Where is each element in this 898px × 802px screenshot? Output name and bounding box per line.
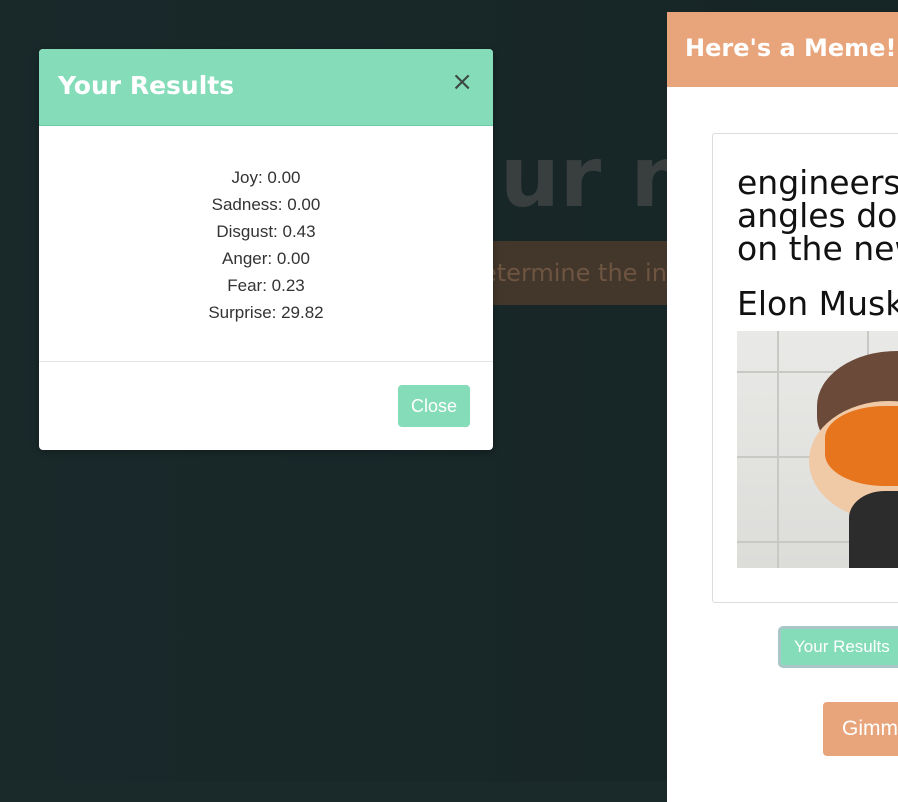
close-icon[interactable]: × bbox=[451, 69, 473, 95]
emotion-joy: Joy: 0.00 bbox=[231, 168, 301, 187]
close-button[interactable]: Close bbox=[398, 385, 470, 427]
meme-caption-line-3: on the new bbox=[737, 229, 898, 268]
meme-modal-title: Here's a Meme! bbox=[685, 34, 897, 62]
gimme-meme-button[interactable]: Gimm bbox=[823, 702, 898, 756]
emotion-fear: Fear: 0.23 bbox=[227, 276, 305, 295]
results-modal-footer: Close bbox=[39, 362, 493, 450]
your-results-button[interactable]: Your Results bbox=[778, 626, 898, 668]
results-modal: Your Results × Joy: 0.00 Sadness: 0.00 D… bbox=[39, 49, 493, 450]
meme-figure-body bbox=[849, 491, 898, 568]
emotion-sadness: Sadness: 0.00 bbox=[211, 195, 321, 214]
emotion-surprise: Surprise: 29.82 bbox=[208, 303, 324, 322]
emotion-anger: Anger: 0.00 bbox=[222, 249, 310, 268]
meme-modal-header: Here's a Meme! bbox=[667, 12, 898, 87]
emotion-disgust: Disgust: 0.43 bbox=[216, 222, 316, 241]
meme-card: engineers: angles do y on the new Elon M… bbox=[712, 133, 898, 603]
results-modal-title: Your Results bbox=[58, 71, 235, 100]
results-modal-body: Joy: 0.00 Sadness: 0.00 Disgust: 0.43 An… bbox=[39, 126, 493, 362]
results-modal-header: Your Results × bbox=[39, 49, 493, 126]
meme-caption: engineers: angles do y on the new bbox=[737, 166, 898, 265]
meme-caption-name: Elon Musk bbox=[737, 284, 898, 323]
meme-modal: Here's a Meme! engineers: angles do y on… bbox=[667, 12, 898, 802]
meme-image bbox=[737, 331, 898, 568]
